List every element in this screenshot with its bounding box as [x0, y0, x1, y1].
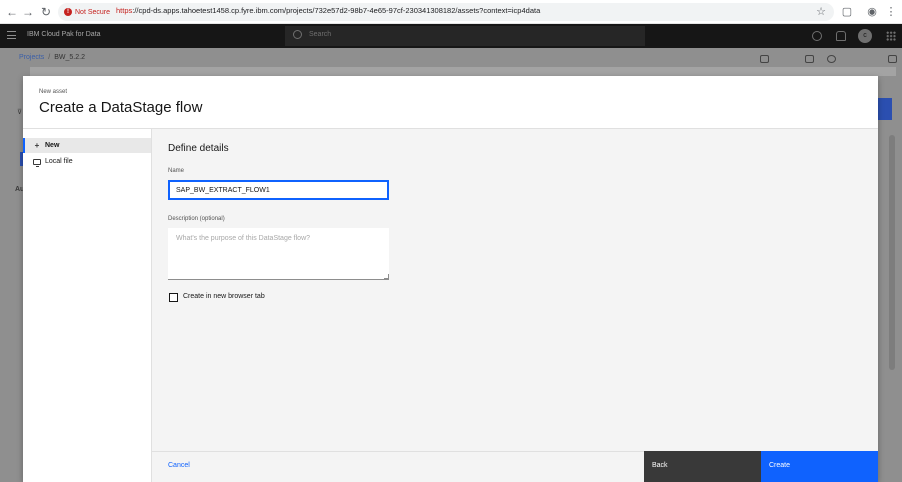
- app-switcher-icon[interactable]: [886, 31, 896, 41]
- breadcrumb-current: BW_5.2.2: [54, 54, 85, 61]
- page-scrollbar[interactable]: [889, 135, 895, 370]
- global-search[interactable]: [285, 26, 645, 46]
- modal-label: New asset: [39, 89, 68, 95]
- sidebar-item-label: New: [45, 142, 60, 149]
- browser-toolbar: ← → ↻ ! Not Secure https://cpd-ds.apps.t…: [0, 0, 902, 24]
- resize-handle-icon[interactable]: [384, 274, 389, 279]
- breadcrumb-projects[interactable]: Projects: [19, 54, 44, 61]
- breadcrumb: Projects / BW_5.2.2: [19, 54, 85, 61]
- cancel-button[interactable]: Cancel: [168, 462, 190, 469]
- back-button[interactable]: Back: [644, 451, 761, 482]
- monitor-icon: [33, 158, 41, 167]
- page-strip: [30, 67, 896, 76]
- url-scheme: https: [116, 6, 133, 15]
- notification-bell-icon[interactable]: [836, 31, 846, 41]
- app-title: IBM Cloud Pak for Data: [27, 31, 101, 38]
- url-text[interactable]: https://cpd-ds.apps.tahoetest1458.cp.fyr…: [116, 6, 540, 15]
- description-field[interactable]: [168, 228, 389, 280]
- search-placeholder: Search: [309, 31, 332, 38]
- filter-icon: ⊽: [17, 109, 23, 116]
- security-indicator[interactable]: ! Not Secure: [62, 5, 114, 19]
- extensions-icon[interactable]: ▢: [840, 5, 854, 19]
- new-tab-checkbox[interactable]: [169, 293, 178, 302]
- security-label: Not Secure: [75, 8, 111, 16]
- bookmark-star-icon[interactable]: ☆: [814, 5, 828, 19]
- section-title: Define details: [168, 143, 229, 154]
- profile-icon[interactable]: ◉: [865, 5, 879, 19]
- create-button[interactable]: Create: [761, 451, 878, 482]
- breadcrumb-separator: /: [48, 54, 51, 61]
- modal-header: New asset Create a DataStage flow: [23, 76, 878, 129]
- create-flow-modal: New asset Create a DataStage flow + New …: [23, 76, 878, 482]
- app-header: IBM Cloud Pak for Data Search c: [0, 24, 902, 48]
- sidebar-item-new[interactable]: + New: [23, 138, 151, 153]
- new-asset-button-edge: [878, 98, 892, 120]
- avatar[interactable]: c: [858, 29, 872, 43]
- add-collaborator-icon[interactable]: [805, 55, 814, 63]
- browser-menu-icon[interactable]: ⋮: [884, 5, 898, 19]
- forward-arrow-icon[interactable]: →: [20, 4, 36, 20]
- modal-sidebar: + New Local file: [23, 129, 152, 482]
- new-tab-checkbox-label[interactable]: Create in new browser tab: [183, 293, 265, 300]
- url-path: ://cpd-ds.apps.tahoetest1458.cp.fyre.ibm…: [132, 6, 541, 15]
- warning-icon: !: [64, 8, 72, 16]
- plus-icon: +: [34, 141, 40, 150]
- search-icon: [293, 30, 302, 39]
- hamburger-menu-icon[interactable]: [7, 31, 16, 39]
- modal-title: Create a DataStage flow: [39, 99, 203, 116]
- info-icon[interactable]: [827, 55, 836, 63]
- help-icon[interactable]: [812, 31, 822, 41]
- sidebar-item-local-file[interactable]: Local file: [23, 154, 151, 169]
- name-field[interactable]: [168, 180, 389, 200]
- name-label: Name: [168, 168, 185, 174]
- description-label: Description (optional): [168, 216, 225, 222]
- expand-icon[interactable]: [888, 55, 897, 63]
- sidebar-item-label: Local file: [45, 158, 73, 165]
- reload-icon[interactable]: ↻: [38, 4, 54, 20]
- sync-icon[interactable]: [760, 55, 769, 63]
- back-arrow-icon[interactable]: ←: [4, 4, 20, 20]
